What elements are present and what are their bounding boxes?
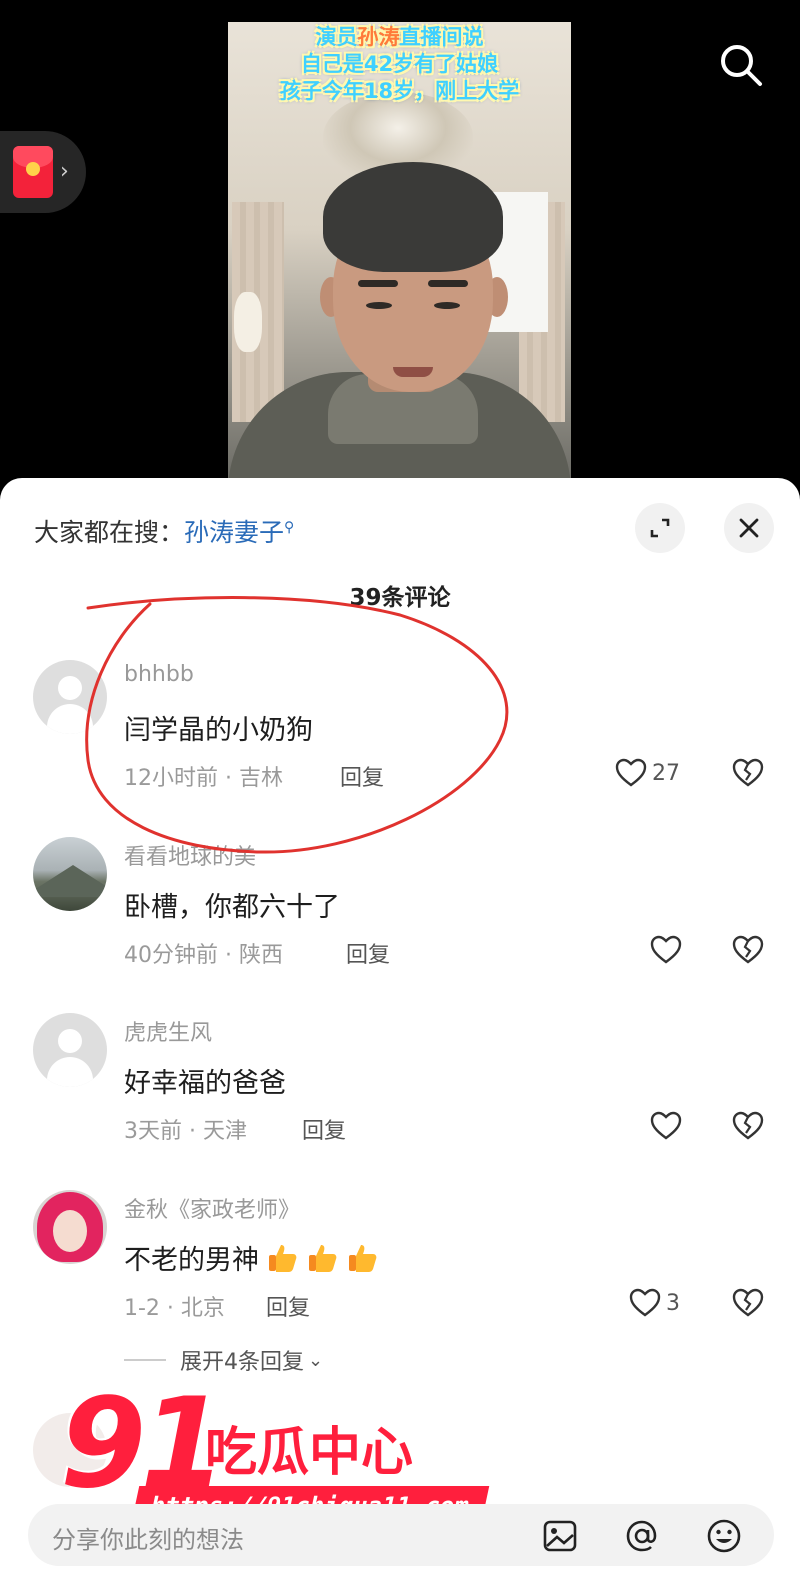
emoji-button[interactable]: [704, 1516, 744, 1556]
red-annotation-circle: [85, 596, 509, 854]
at-mention-icon: [626, 1520, 657, 1552]
comment-input[interactable]: 分享你此刻的想法: [28, 1504, 774, 1566]
image-button[interactable]: [540, 1516, 580, 1556]
mention-button[interactable]: [622, 1516, 662, 1556]
screen: 演员孙涛直播间说 自己是42岁有了姑娘 孩子今年18岁，刚上大学 › 大家都在搜…: [0, 0, 800, 1570]
comment-input-placeholder: 分享你此刻的想法: [52, 1526, 244, 1554]
smiley-icon: [707, 1519, 741, 1553]
watermark-logo-text: 吃瓜中心: [205, 1423, 414, 1483]
image-icon: [543, 1520, 577, 1552]
